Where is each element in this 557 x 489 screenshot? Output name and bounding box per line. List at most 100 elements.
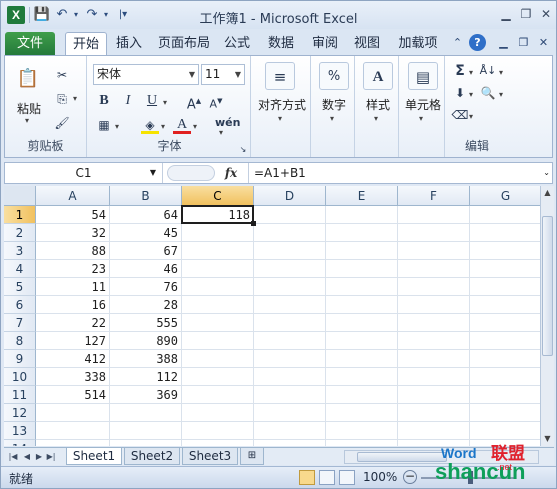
tab-formulas[interactable]: 公式 [219, 32, 255, 56]
cell-c2[interactable] [182, 224, 254, 242]
tab-addins[interactable]: 加载项 [393, 32, 443, 56]
grow-font-icon[interactable]: A▲ [185, 92, 203, 112]
name-box[interactable]: C1 ▼ [5, 163, 163, 183]
cell-d2[interactable] [254, 224, 326, 242]
row-header-4[interactable]: 4 [4, 260, 36, 278]
cell-e4[interactable] [326, 260, 398, 278]
autosum-icon[interactable]: Σ [451, 62, 469, 80]
cell-f5[interactable] [398, 278, 470, 296]
cell-f2[interactable] [398, 224, 470, 242]
restore-icon[interactable]: ❐ [517, 5, 535, 23]
alignment-label[interactable]: 对齐方式 [253, 96, 311, 113]
row-header-7[interactable]: 7 [4, 314, 36, 332]
cell-g6[interactable] [470, 296, 540, 314]
horizontal-scroll-thumb[interactable] [357, 452, 447, 462]
column-header-d[interactable]: D [254, 186, 326, 206]
row-header-12[interactable]: 12 [4, 404, 36, 422]
cell-g5[interactable] [470, 278, 540, 296]
underline-button[interactable]: U [143, 92, 161, 110]
close-icon[interactable]: ✕ [537, 5, 555, 23]
cell-e2[interactable] [326, 224, 398, 242]
cell-c7[interactable] [182, 314, 254, 332]
row-header-6[interactable]: 6 [4, 296, 36, 314]
cell-a12[interactable] [36, 404, 110, 422]
cell-g3[interactable] [470, 242, 540, 260]
workbook-minimize-icon[interactable]: ▁ [495, 34, 512, 51]
font-color-icon[interactable]: A [173, 116, 191, 134]
minimize-icon[interactable]: ▁ [497, 5, 515, 23]
sheet-tab-sheet3[interactable]: Sheet3 [182, 448, 238, 465]
row-header-11[interactable]: 11 [4, 386, 36, 404]
worksheet-grid[interactable]: A B C D E F G 1 54 64 118 2 32 45 3 88 67 4 23 46 5 11 76 6 16 28… [4, 186, 540, 446]
cell-a11[interactable]: 514 [36, 386, 110, 404]
scroll-down-icon[interactable]: ▼ [541, 432, 554, 446]
cell-c13[interactable] [182, 422, 254, 440]
row-header-5[interactable]: 5 [4, 278, 36, 296]
number-label[interactable]: 数字 [313, 96, 355, 113]
column-header-b[interactable]: B [110, 186, 182, 206]
paste-icon[interactable]: 📋 [13, 62, 43, 96]
group-cells[interactable]: ▤ 单元格 ▾ [401, 56, 445, 157]
cell-e1[interactable] [326, 206, 398, 224]
clear-icon[interactable]: ⌫ [451, 106, 469, 124]
styles-dropdown-icon[interactable]: ▾ [374, 114, 378, 123]
row-header-8[interactable]: 8 [4, 332, 36, 350]
cut-icon[interactable]: ✂ [53, 66, 71, 84]
cell-c10[interactable] [182, 368, 254, 386]
cell-g7[interactable] [470, 314, 540, 332]
row-header-10[interactable]: 10 [4, 368, 36, 386]
cell-c11[interactable] [182, 386, 254, 404]
clear-dropdown-icon[interactable]: ▾ [469, 112, 473, 121]
column-header-a[interactable]: A [36, 186, 110, 206]
cell-g9[interactable] [470, 350, 540, 368]
cell-e5[interactable] [326, 278, 398, 296]
cell-f8[interactable] [398, 332, 470, 350]
cell-d5[interactable] [254, 278, 326, 296]
cell-b8[interactable]: 890 [110, 332, 182, 350]
tab-file[interactable]: 文件 [5, 32, 55, 56]
cell-f4[interactable] [398, 260, 470, 278]
cell-d8[interactable] [254, 332, 326, 350]
tab-review[interactable]: 审阅 [307, 32, 343, 56]
cell-b5[interactable]: 76 [110, 278, 182, 296]
cell-e14[interactable] [326, 440, 398, 446]
cell-b10[interactable]: 112 [110, 368, 182, 386]
cell-a5[interactable]: 11 [36, 278, 110, 296]
cell-a10[interactable]: 338 [36, 368, 110, 386]
autosum-dropdown-icon[interactable]: ▾ [469, 68, 473, 77]
cell-f1[interactable] [398, 206, 470, 224]
cell-e13[interactable] [326, 422, 398, 440]
cell-g2[interactable] [470, 224, 540, 242]
cell-a9[interactable]: 412 [36, 350, 110, 368]
cell-g14[interactable] [470, 440, 540, 446]
border-icon[interactable]: ▦ [95, 116, 113, 134]
select-all-button[interactable] [4, 186, 36, 206]
insert-function-icon[interactable]: fx [219, 163, 243, 183]
alignment-dropdown-icon[interactable]: ▾ [278, 114, 282, 123]
horizontal-scrollbar[interactable] [344, 450, 539, 464]
cell-d6[interactable] [254, 296, 326, 314]
row-header-3[interactable]: 3 [4, 242, 36, 260]
cell-e11[interactable] [326, 386, 398, 404]
number-dropdown-icon[interactable]: ▾ [330, 114, 334, 123]
sheet-tab-sheet2[interactable]: Sheet2 [124, 448, 180, 465]
paste-dropdown-icon[interactable]: ▾ [25, 116, 29, 125]
sheet-tab-sheet1[interactable]: Sheet1 [66, 448, 122, 465]
cell-b9[interactable]: 388 [110, 350, 182, 368]
sort-filter-dropdown-icon[interactable]: ▾ [499, 68, 503, 77]
cell-f14[interactable] [398, 440, 470, 446]
page-break-view-icon[interactable] [339, 470, 355, 485]
cell-g13[interactable] [470, 422, 540, 440]
cell-a7[interactable]: 22 [36, 314, 110, 332]
cell-g1[interactable] [470, 206, 540, 224]
vertical-scrollbar[interactable]: ▲ ▼ [540, 186, 554, 446]
tab-home[interactable]: 开始 [65, 32, 107, 56]
cell-d12[interactable] [254, 404, 326, 422]
cells-label[interactable]: 单元格 [401, 96, 445, 113]
group-alignment[interactable]: ≡ 对齐方式 ▾ [253, 56, 311, 157]
cell-d3[interactable] [254, 242, 326, 260]
tab-data[interactable]: 数据 [263, 32, 299, 56]
cell-a6[interactable]: 16 [36, 296, 110, 314]
tab-page-layout[interactable]: 页面布局 [153, 32, 215, 56]
font-name-dropdown-icon[interactable]: ▼ [189, 65, 195, 84]
